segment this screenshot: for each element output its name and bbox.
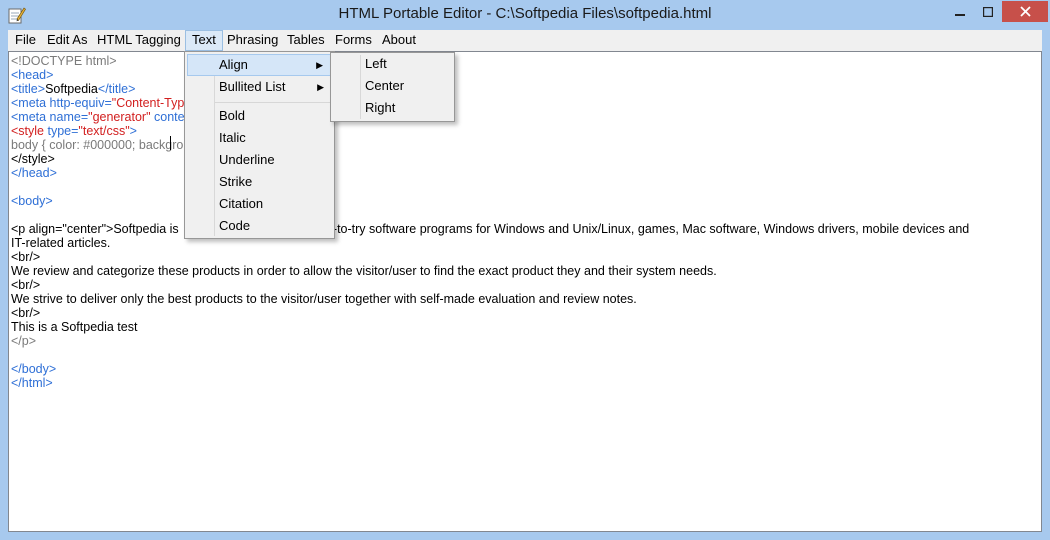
menu-item-strike[interactable]: Strike [187,171,332,193]
code-line: This is a Softpedia test [11,320,137,334]
code-line: <meta http-equiv="Content-Typ [11,96,184,110]
code-line: </head> [11,166,57,180]
code-line: body { color: #000000; backgro [11,138,183,152]
menu-bar: File Edit As HTML Tagging Text Phrasing … [8,30,1042,51]
close-icon[interactable] [1002,1,1048,22]
code-line: <br/> [11,306,40,320]
menu-text[interactable]: Text [185,30,223,51]
code-token: IT-related articles. [11,236,111,250]
code-token: <title> [11,82,46,96]
code-token: </p> [11,334,37,348]
code-line: We strive to deliver only the best produ… [11,292,637,306]
code-token: </body> [11,362,57,376]
code-token: "generator" [88,110,151,124]
menu-item-bullited-list[interactable]: Bullited List ▶ [187,76,332,98]
notepad-pencil-icon[interactable] [8,6,26,24]
code-line: We review and categorize these products … [11,264,717,278]
code-line: </p> [11,334,36,348]
menu-item-align[interactable]: Align ▶ [187,54,332,76]
code-token: <style [11,124,48,138]
menu-item-align-left[interactable]: Left [333,53,452,75]
menu-item-label: Align [219,57,248,72]
code-token: We strive to deliver only the best produ… [11,292,637,306]
code-token: This is a Softpedia test [11,320,138,334]
menu-about[interactable]: About [376,30,422,51]
menu-tables[interactable]: Tables [281,30,331,51]
code-line: <!DOCTYPE html> [11,54,117,68]
app-window: HTML Portable Editor - C:\Softpedia File… [0,0,1050,540]
code-token: We review and categorize these products … [11,264,717,278]
menu-item-align-center[interactable]: Center [333,75,452,97]
code-line: <title>Softpedia</title> [11,82,135,96]
minimize-icon[interactable] [946,1,974,22]
menu-item-code[interactable]: Code [187,215,332,237]
code-token: body { color: #000000; backgro [11,138,184,152]
code-line: IT-related articles. [11,236,110,250]
code-line: <br/> [11,250,40,264]
menu-phrasing[interactable]: Phrasing [221,30,284,51]
code-line: <style type="text/css"> [11,124,137,138]
code-token: <meta http-equiv= [11,96,112,110]
code-line: <p align="center">Softpedia is free and … [11,222,969,236]
submenu-arrow-icon: ▶ [316,60,323,70]
code-token: type= [47,124,79,138]
menu-forms[interactable]: Forms [329,30,378,51]
menu-item-bold[interactable]: Bold [187,105,332,127]
window-title: HTML Portable Editor - C:\Softpedia File… [338,5,712,22]
code-line: <meta name="generator" conter [11,110,189,124]
submenu-arrow-icon: ▶ [317,82,324,92]
code-token: </title> [97,82,136,96]
menu-item-citation[interactable]: Citation [187,193,332,215]
title-bar[interactable]: HTML Portable Editor - C:\Softpedia File… [0,0,1050,30]
code-editor[interactable]: <!DOCTYPE html> <head> <title>Softpedia</t… [8,51,1042,532]
code-token: <br/> [11,306,41,320]
code-token: <meta name= [11,110,89,124]
menu-item-align-right[interactable]: Right [333,97,452,119]
text-menu-dropdown: Align ▶ Bullited List ▶ Bold Italic Unde… [184,51,335,239]
code-line: </style> [11,152,55,166]
menu-edit-as[interactable]: Edit As [41,30,93,51]
text-caret [170,136,171,150]
menu-separator [215,102,332,103]
align-submenu: Left Center Right [330,52,455,122]
menu-html-tagging[interactable]: HTML Tagging [91,30,187,51]
code-token: <body> [11,194,53,208]
menu-file[interactable]: File [9,30,42,51]
code-line: <body> [11,194,53,208]
code-token: </head> [11,166,57,180]
code-token: </style> [11,152,55,166]
menu-item-label: Bullited List [219,79,286,94]
code-token: <br/> [11,278,41,292]
menu-item-underline[interactable]: Underline [187,149,332,171]
code-token: Softpedia [45,82,98,96]
code-token: > [129,124,137,138]
menu-item-italic[interactable]: Italic [187,127,332,149]
code-token: <br/> [11,250,41,264]
code-line: <br/> [11,278,40,292]
code-token: <head> [11,68,54,82]
code-line: <head> [11,68,53,82]
maximize-icon[interactable] [974,1,1002,22]
code-line: </html> [11,376,53,390]
code-token: <!DOCTYPE html> [11,54,117,68]
code-token: "Content-Typ [111,96,185,110]
code-token: "text/css" [78,124,130,138]
code-token: </html> [11,376,53,390]
code-line: </body> [11,362,56,376]
code-token: <p align="center">Softpedia is [11,222,179,236]
